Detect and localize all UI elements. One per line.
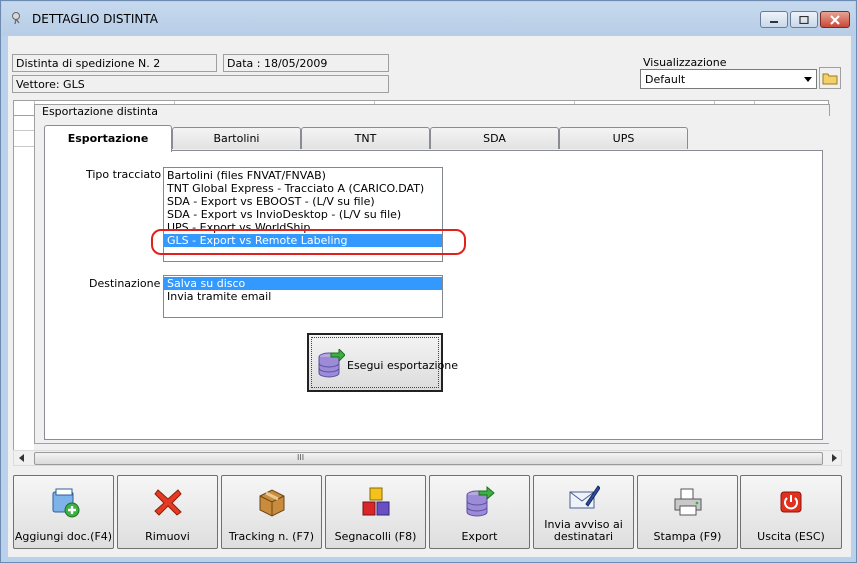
uscita-button[interactable]: Uscita (ESC) [740,475,842,549]
power-exit-icon [780,491,802,513]
date-field: Data : 18/05/2009 [223,54,389,72]
list-item-selected[interactable]: Salva su disco [164,277,442,290]
export-button[interactable]: Export [429,475,530,549]
invia-avviso-label: Invia avviso ai destinatari [544,518,623,543]
minimize-icon [770,20,778,23]
mail-pen-icon [569,485,600,509]
minimize-button[interactable] [760,11,788,28]
tracking-label: Tracking n. (F7) [228,530,315,543]
tipo-tracciato-label: Tipo tracciato : [86,168,169,181]
boxes-icon [362,487,390,516]
stampa-label: Stampa (F9) [653,530,722,543]
list-item[interactable]: Invia tramite email [164,290,442,303]
app-icon [12,12,20,25]
invia-avviso-button[interactable]: Invia avviso ai destinatari [533,475,634,549]
tab-tnt[interactable]: TNT [301,127,430,149]
title-bar[interactable]: DETTAGLIO DISTINTA [2,2,855,36]
segnacolli-button[interactable]: Segnacolli (F8) [325,475,426,549]
package-icon [259,489,285,517]
visualizzazione-value: Default [645,73,686,86]
uscita-label: Uscita (ESC) [757,530,825,543]
distinta-field: Distinta di spedizione N. 2 [12,54,217,72]
horizontal-scrollbar[interactable]: III [13,450,842,466]
scroll-right-icon[interactable] [830,454,838,462]
esegui-esportazione-label: Esegui esportazione [347,359,459,372]
scroll-left-icon[interactable] [18,454,26,462]
scroll-grip: III [297,453,305,462]
vertical-scrollbar[interactable] [829,116,842,450]
bottom-toolbar: Aggiungi doc.(F4) Rimuovi Tracking n. (F… [13,475,842,550]
printer-icon [674,488,702,516]
chevron-down-icon [801,71,815,87]
close-button[interactable] [820,11,850,28]
remove-x-icon [154,489,182,516]
esegui-esportazione-button[interactable]: Esegui esportazione [307,333,458,392]
tab-bartolini[interactable]: Bartolini [172,127,301,149]
annotation-highlight-ring [151,229,466,255]
folder-icon [822,73,838,85]
main-window: DETTAGLIO DISTINTA Distinta di spedizion… [0,0,857,563]
tab-sda[interactable]: SDA [430,127,559,149]
database-export-icon [318,349,345,378]
maximize-button[interactable] [790,11,818,28]
list-item[interactable]: TNT Global Express - Tracciato A (CARICO… [164,182,442,195]
tab-strip: Esportazione Bartolini TNT SDA UPS [44,125,824,152]
export-label: Export [461,530,498,543]
aggiungi-doc-label: Aggiungi doc.(F4) [14,530,113,543]
list-item[interactable]: SDA - Export vs EBOOST - (L/V su file) [164,195,442,208]
visualizzazione-label: Visualizzazione [643,56,727,69]
list-item[interactable]: SDA - Export vs InvioDesktop - (L/V su f… [164,208,442,221]
destinazione-list[interactable]: Salva su disco Invia tramite email [163,275,443,318]
window-title: DETTAGLIO DISTINTA [32,12,158,26]
destinazione-label: Destinazione : [89,277,168,290]
vettore-field: Vettore: GLS [12,75,389,93]
rimuovi-button[interactable]: Rimuovi [117,475,218,549]
export-group-title: Esportazione distinta [41,105,159,118]
tab-ups[interactable]: UPS [559,127,688,149]
database-export-icon [466,486,495,517]
close-icon [830,14,840,25]
list-item[interactable]: Bartolini (files FNVAT/FNVAB) [164,169,442,182]
visualizzazione-select[interactable]: Default [640,69,817,89]
segnacolli-label: Segnacolli (F8) [334,530,417,543]
scroll-thumb[interactable]: III [34,452,823,465]
rimuovi-label: Rimuovi [145,530,190,543]
open-folder-button[interactable] [819,67,841,89]
maximize-icon [799,15,809,24]
stampa-button[interactable]: Stampa (F9) [637,475,738,549]
grid-row-header [13,116,35,450]
tab-esportazione[interactable]: Esportazione [44,125,172,152]
aggiungi-doc-button[interactable]: Aggiungi doc.(F4) [13,475,114,549]
tracking-button[interactable]: Tracking n. (F7) [221,475,322,549]
add-document-icon [52,488,80,518]
